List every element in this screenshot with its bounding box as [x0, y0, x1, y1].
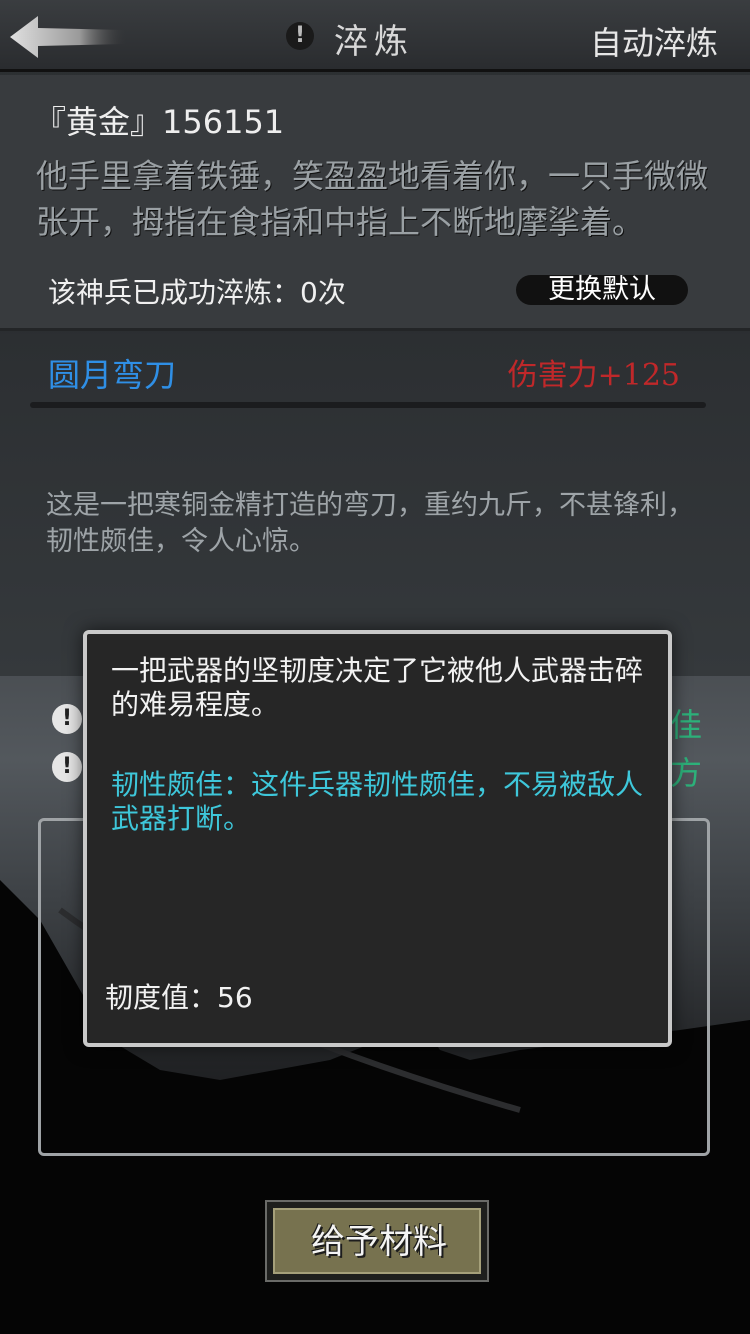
change-default-button[interactable]: 更换默认 [516, 275, 688, 305]
toughness-tooltip[interactable]: 一把武器的坚韧度决定了它被他人武器击碎的难易程度。 韧性颇佳：这件兵器韧性颇佳，… [83, 630, 672, 1047]
page-title: 淬炼 [334, 22, 414, 62]
tooltip-trait: 韧性颇佳：这件兵器韧性颇佳，不易被敌人武器打断。 [111, 768, 644, 835]
weapon-panel: 圆月弯刀 伤害力+125 这是一把寒铜金精打造的弯刀，重约九斤，不甚锋利，韧性颇… [0, 334, 750, 676]
give-material-button-face: 给予材料 [273, 1208, 481, 1274]
back-button[interactable] [8, 12, 128, 62]
attribute-value: 佳 [669, 706, 702, 744]
top-bar: ! 淬炼 自动淬炼 [0, 0, 750, 72]
exclamation-icon[interactable]: ! [52, 704, 82, 734]
refine-count: 该神兵已成功淬炼：0次 [48, 276, 346, 309]
divider [30, 402, 706, 408]
npc-info-panel: 『黄金』156151 他手里拿着铁锤，笑盈盈地看着你，一只手微微张开，拇指在食指… [0, 75, 750, 331]
exclamation-icon[interactable]: ! [286, 22, 314, 50]
weapon-damage: 伤害力+125 [507, 358, 680, 393]
give-material-button[interactable]: 给予材料 [265, 1200, 489, 1282]
npc-name: 『黄金』156151 [34, 103, 285, 141]
auto-refine-button[interactable]: 自动淬炼 [590, 18, 718, 64]
attribute-value: ⽅ [669, 754, 702, 792]
give-material-label: 给予材料 [311, 1222, 447, 1262]
back-arrow-icon [10, 16, 126, 58]
exclamation-icon[interactable]: ! [52, 752, 82, 782]
toughness-value: 韧度值：56 [105, 981, 253, 1014]
tooltip-description: 一把武器的坚韧度决定了它被他人武器击碎的难易程度。 [111, 654, 644, 721]
npc-description: 他手里拿着铁锤，笑盈盈地看着你，一只手微微张开，拇指在食指和中指上不断地摩挲着。 [36, 157, 709, 241]
weapon-name[interactable]: 圆月弯刀 [48, 350, 176, 396]
weapon-description: 这是一把寒铜金精打造的弯刀，重约九斤，不甚锋利，韧性颇佳，令人心惊。 [46, 490, 694, 557]
